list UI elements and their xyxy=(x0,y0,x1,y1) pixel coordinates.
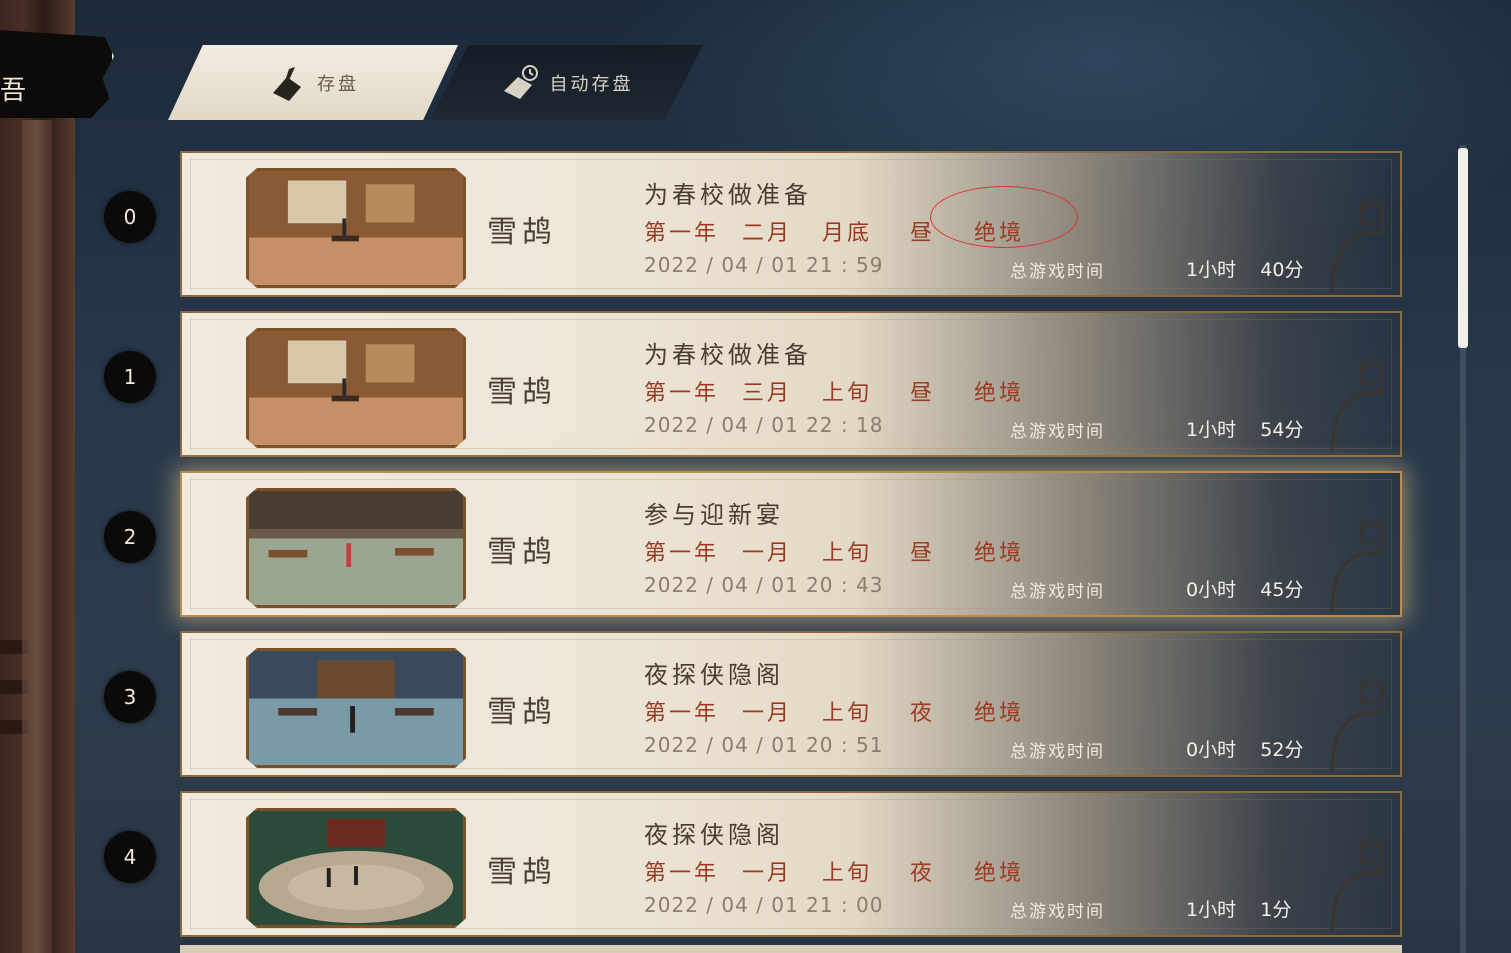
quest-title: 参与迎新宴 xyxy=(644,501,784,529)
tab-auto-save[interactable]: 自动存盘 xyxy=(430,45,703,120)
real-date: 2022 / 04 / 01 21 : 59 xyxy=(644,253,884,277)
game-date: 第一年 三月 上旬 昼 绝境 xyxy=(644,375,1024,407)
playtime-hours: 1小时 xyxy=(1186,419,1237,441)
corner-ornament xyxy=(1330,201,1384,293)
pillar-rail xyxy=(0,720,28,734)
tab-auto-save-label: 自动存盘 xyxy=(549,73,634,95)
pillar-rail xyxy=(0,640,28,654)
corner-ornament xyxy=(1330,521,1384,613)
quest-title: 为春校做准备 xyxy=(644,341,812,369)
slot-number: 1 xyxy=(104,351,156,403)
game-month: 一月 xyxy=(742,701,793,726)
save-slot-2[interactable]: 雪鸪 参与迎新宴 第一年 一月 上旬 昼 绝境 2022 / 04 / 01 2… xyxy=(180,471,1402,617)
time-of-day: 夜 xyxy=(910,701,936,726)
slot-number: 3 xyxy=(104,671,156,723)
left-pillar xyxy=(0,0,75,953)
back-glyph: 吾 xyxy=(0,76,27,106)
game-date: 第一年 一月 上旬 夜 绝境 xyxy=(644,855,1024,887)
game-period: 上旬 xyxy=(822,381,873,406)
game-period: 上旬 xyxy=(822,701,873,726)
time-of-day: 昼 xyxy=(910,381,936,406)
game-month: 二月 xyxy=(742,221,793,246)
playtime-value: 1小时 40分 xyxy=(1186,255,1303,282)
game-year: 第一年 xyxy=(644,861,720,886)
difficulty: 绝境 xyxy=(974,701,1025,726)
book-quill-icon xyxy=(267,63,307,103)
book-clock-icon xyxy=(500,63,540,103)
playtime-value: 1小时 1分 xyxy=(1186,895,1291,922)
game-period: 上旬 xyxy=(822,861,873,886)
next-slot-edge[interactable] xyxy=(180,945,1402,953)
difficulty: 绝境 xyxy=(974,861,1025,886)
corner-ornament xyxy=(1330,681,1384,773)
playtime-label: 总游戏时间 xyxy=(1010,742,1105,762)
quest-title: 夜探侠隐阁 xyxy=(644,821,784,849)
playtime-minutes: 54分 xyxy=(1260,419,1304,441)
game-date: 第一年 一月 上旬 夜 绝境 xyxy=(644,695,1024,727)
playtime-hours: 1小时 xyxy=(1186,259,1237,281)
real-date: 2022 / 04 / 01 20 : 43 xyxy=(644,573,884,597)
game-month: 三月 xyxy=(742,381,793,406)
annotation-circle xyxy=(930,186,1078,248)
game-period: 月底 xyxy=(822,221,873,246)
real-date: 2022 / 04 / 01 21 : 00 xyxy=(644,893,884,917)
playtime-label: 总游戏时间 xyxy=(1010,262,1105,282)
playtime-value: 1小时 54分 xyxy=(1186,415,1303,442)
tab-save[interactable]: 存盘 xyxy=(168,45,458,120)
slot-thumbnail xyxy=(246,328,466,448)
game-month: 一月 xyxy=(742,541,793,566)
slot-number: 2 xyxy=(104,511,156,563)
playtime-hours: 0小时 xyxy=(1186,579,1237,601)
game-year: 第一年 xyxy=(644,701,720,726)
playtime-label: 总游戏时间 xyxy=(1010,422,1105,442)
playtime-value: 0小时 45分 xyxy=(1186,575,1303,602)
playtime-value: 0小时 52分 xyxy=(1186,735,1303,762)
pillar-rail xyxy=(0,680,28,694)
game-year: 第一年 xyxy=(644,381,720,406)
character-name: 雪鸪 xyxy=(487,215,557,250)
character-name: 雪鸪 xyxy=(487,855,557,890)
slot-thumbnail xyxy=(246,488,466,608)
time-of-day: 昼 xyxy=(910,541,936,566)
playtime-minutes: 45分 xyxy=(1260,579,1304,601)
playtime-hours: 1小时 xyxy=(1186,899,1237,921)
tab-save-label: 存盘 xyxy=(317,73,359,95)
playtime-minutes: 40分 xyxy=(1260,259,1304,281)
scrollbar-thumb[interactable] xyxy=(1458,148,1468,348)
quest-title: 夜探侠隐阁 xyxy=(644,661,784,689)
save-slot-0[interactable]: 雪鸪 为春校做准备 第一年 二月 月底 昼 绝境 2022 / 04 / 01 … xyxy=(180,151,1402,297)
character-name: 雪鸪 xyxy=(487,535,557,570)
game-year: 第一年 xyxy=(644,541,720,566)
real-date: 2022 / 04 / 01 22 : 18 xyxy=(644,413,884,437)
save-slot-1[interactable]: 雪鸪 为春校做准备 第一年 三月 上旬 昼 绝境 2022 / 04 / 01 … xyxy=(180,311,1402,457)
playtime-minutes: 52分 xyxy=(1260,739,1304,761)
save-slot-4[interactable]: 雪鸪 夜探侠隐阁 第一年 一月 上旬 夜 绝境 2022 / 04 / 01 2… xyxy=(180,791,1402,937)
corner-ornament xyxy=(1330,841,1384,933)
character-name: 雪鸪 xyxy=(487,695,557,730)
time-of-day: 夜 xyxy=(910,861,936,886)
game-period: 上旬 xyxy=(822,541,873,566)
quest-title: 为春校做准备 xyxy=(644,181,812,209)
difficulty: 绝境 xyxy=(974,381,1025,406)
real-date: 2022 / 04 / 01 20 : 51 xyxy=(644,733,884,757)
character-name: 雪鸪 xyxy=(487,375,557,410)
save-slot-3[interactable]: 雪鸪 夜探侠隐阁 第一年 一月 上旬 夜 绝境 2022 / 04 / 01 2… xyxy=(180,631,1402,777)
slot-number: 0 xyxy=(104,191,156,243)
playtime-hours: 0小时 xyxy=(1186,739,1237,761)
playtime-label: 总游戏时间 xyxy=(1010,582,1105,602)
save-tabs: 存盘 自动存盘 xyxy=(168,45,703,120)
slot-thumbnail xyxy=(246,648,466,768)
back-button[interactable]: 吾 xyxy=(0,30,114,118)
corner-ornament xyxy=(1330,361,1384,453)
playtime-label: 总游戏时间 xyxy=(1010,902,1105,922)
game-month: 一月 xyxy=(742,861,793,886)
playtime-minutes: 1分 xyxy=(1260,899,1292,921)
game-year: 第一年 xyxy=(644,221,720,246)
difficulty: 绝境 xyxy=(974,541,1025,566)
slot-number: 4 xyxy=(104,831,156,883)
slot-thumbnail xyxy=(246,808,466,928)
game-date: 第一年 一月 上旬 昼 绝境 xyxy=(644,535,1024,567)
slot-thumbnail xyxy=(246,168,466,288)
